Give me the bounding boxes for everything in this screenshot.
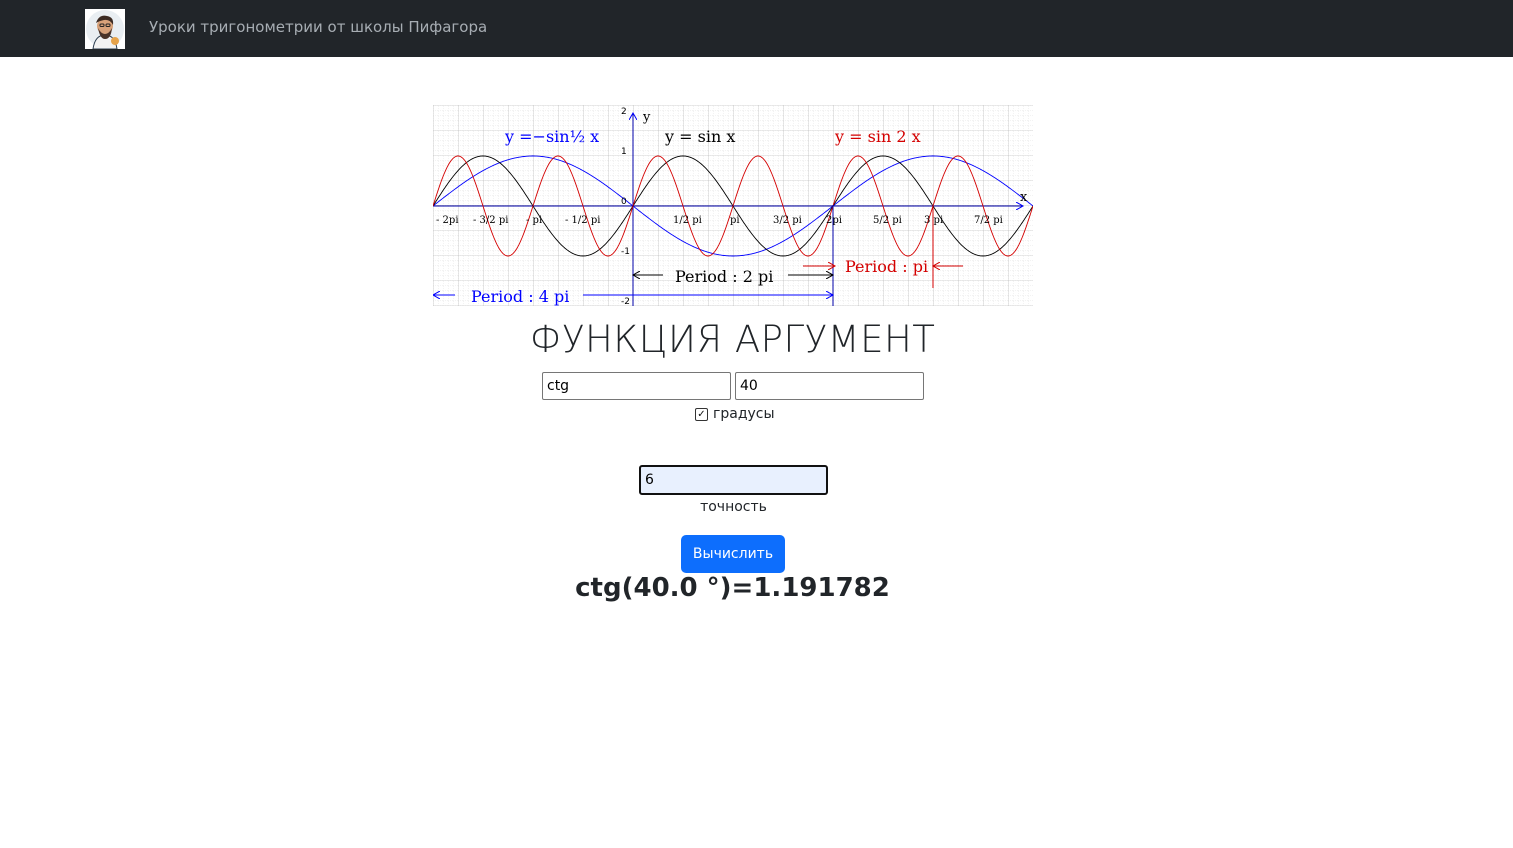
y-tick-label: 2 (621, 107, 627, 117)
x-tick-label: - 2pi (436, 215, 459, 226)
function-input[interactable] (542, 372, 731, 400)
degrees-checkbox[interactable]: ✓ (695, 407, 708, 421)
x-axis-label: x (1020, 190, 1028, 205)
x-tick-label: 7/2 pi (974, 215, 1003, 226)
navbar: Уроки тригонометрии от школы Пифагора (0, 0, 1513, 57)
period-red-label: Period : pi (845, 257, 928, 276)
degrees-label[interactable]: градусы (713, 406, 775, 422)
calculate-button[interactable]: Вычислить (681, 535, 785, 573)
period-black-label: Period : 2 pi (675, 267, 773, 286)
y-tick-label: 0 (621, 197, 627, 207)
check-icon: ✓ (697, 408, 706, 420)
logo[interactable] (85, 9, 125, 50)
x-tick-label: - pi (526, 215, 542, 226)
period-blue-label: Period : 4 pi (471, 287, 569, 306)
x-tick-label: 5/2 pi (873, 215, 902, 226)
y-axis-label: y (642, 110, 651, 125)
formula-blue: y =−sin½ x (504, 127, 599, 146)
x-tick-label: 3 pi (924, 215, 943, 226)
formula-red: y = sin 2 x (834, 127, 921, 146)
x-tick-label: - 1/2 pi (565, 215, 600, 226)
y-tick-label: -2 (621, 297, 630, 306)
x-tick-label: 2pi (826, 215, 842, 226)
y-tick-label: 1 (621, 147, 627, 157)
x-tick-label: - 3/2 pi (473, 215, 508, 226)
y-tick-label: -1 (621, 247, 630, 257)
trig-graph-image: y x 2 1 0 -1 -2 - 2pi - 3/2 pi - pi - 1/2 pi 1/2… (433, 105, 1034, 307)
navbar-brand[interactable]: Уроки тригонометрии от школы Пифагора (149, 18, 487, 36)
page-title: ФУНКЦИЯ АРГУМЕНТ (529, 318, 936, 361)
degrees-checkbox-row[interactable]: ✓ градусы (695, 404, 775, 424)
argument-input[interactable] (735, 372, 924, 400)
result-text: ctg(40.0 °)=1.191782 (575, 573, 890, 603)
precision-input[interactable] (639, 465, 828, 495)
x-tick-label: 1/2 pi (673, 215, 702, 226)
formula-black: y = sin x (664, 127, 735, 146)
precision-label: точность (700, 499, 767, 515)
x-tick-label: 3/2 pi (773, 215, 802, 226)
x-tick-label: pi (730, 215, 740, 226)
